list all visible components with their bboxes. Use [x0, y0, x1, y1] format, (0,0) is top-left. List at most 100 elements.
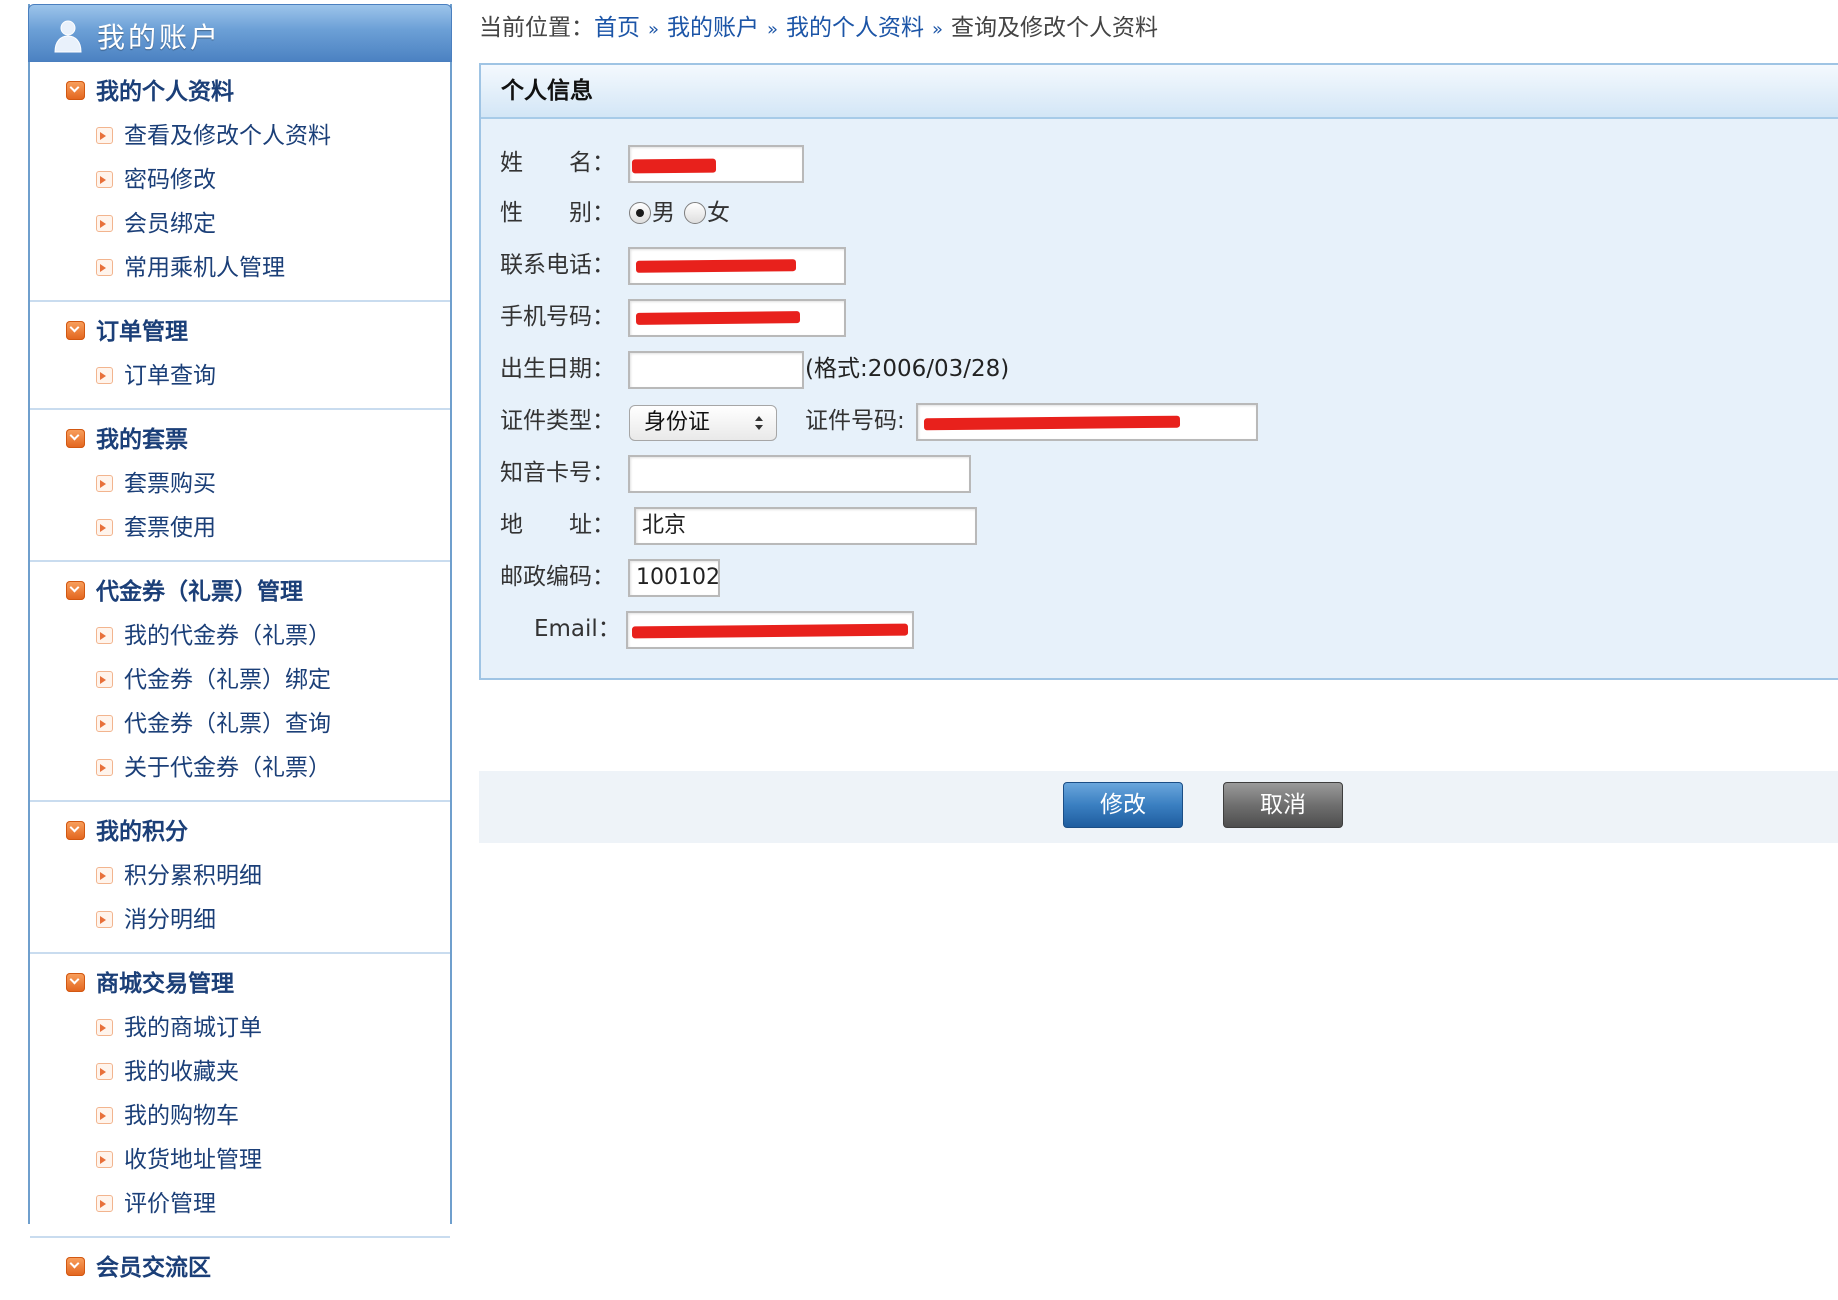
sidebar-header: 我的账户 — [28, 4, 452, 62]
sidebar-item[interactable]: 密码修改 — [30, 158, 450, 202]
sidebar-section: 我的个人资料 查看及修改个人资料 密码修改 会员绑定常用乘机人管理 — [30, 62, 450, 302]
checkbox-arrow-icon — [66, 821, 85, 840]
birthdate-label: 出生日期： — [500, 356, 615, 382]
sidebar-section-title[interactable]: 代金券（礼票）管理 — [30, 570, 450, 614]
arrow-right-icon — [96, 867, 113, 884]
sidebar-item[interactable]: 评价管理 — [30, 1182, 450, 1226]
gender-male-radio[interactable] — [629, 202, 651, 224]
name-field[interactable] — [628, 145, 804, 183]
sidebar-section: 会员交流区 — [30, 1238, 450, 1300]
breadcrumb-link-home[interactable]: 首页 — [594, 15, 640, 41]
arrow-right-icon — [96, 127, 113, 144]
breadcrumb-link-account[interactable]: 我的账户 — [667, 15, 759, 41]
sidebar-title: 我的账户 — [97, 21, 222, 54]
button-bar: 修改 取消 — [479, 771, 1838, 843]
sidebar-section-title[interactable]: 我的积分 — [30, 810, 450, 854]
sidebar-section-title[interactable]: 我的套票 — [30, 418, 450, 462]
sidebar-item-label: 评价管理 — [124, 1191, 216, 1217]
postcode-field[interactable]: 100102 — [628, 559, 720, 597]
redaction-mark — [635, 311, 801, 325]
checkbox-arrow-icon — [66, 429, 85, 448]
breadcrumb-current: 查询及修改个人资料 — [951, 15, 1159, 41]
arrow-right-icon — [96, 1195, 113, 1212]
sidebar-section-title[interactable]: 会员交流区 — [30, 1246, 450, 1290]
arrow-right-icon — [96, 1019, 113, 1036]
sidebar-item-label: 套票使用 — [124, 515, 216, 541]
birthdate-format-hint: (格式:2006/03/28) — [805, 356, 1010, 382]
postcode-label: 邮政编码： — [500, 564, 615, 590]
birthdate-field[interactable] — [628, 351, 804, 389]
sidebar-item[interactable]: 收货地址管理 — [30, 1138, 450, 1182]
arrow-right-icon — [96, 367, 113, 384]
breadcrumb-separator: » — [648, 19, 660, 40]
sidebar-item[interactable]: 代金券（礼票）查询 — [30, 702, 450, 746]
address-field[interactable]: 北京 — [634, 507, 977, 545]
sidebar-item[interactable]: 关于代金券（礼票） — [30, 746, 450, 790]
gender-male-label[interactable]: 男 — [652, 196, 675, 230]
sidebar: 我的账户 我的个人资料 查看及修改个人资料 密码修改 会员绑定常用乘机人管理订单管理订… — [28, 4, 452, 1281]
sidebar-item-label: 我的收藏夹 — [124, 1059, 239, 1085]
phone-field[interactable] — [628, 247, 846, 285]
email-field[interactable] — [626, 611, 914, 649]
sidebar-item[interactable]: 我的代金券（礼票） — [30, 614, 450, 658]
breadcrumb-prefix: 当前位置： — [479, 15, 594, 41]
sidebar-item[interactable]: 消分明细 — [30, 898, 450, 942]
arrow-right-icon — [96, 215, 113, 232]
mobile-field[interactable] — [628, 299, 846, 337]
email-label: Email： — [534, 616, 621, 642]
checkbox-arrow-icon — [66, 973, 85, 992]
sidebar-section-label: 订单管理 — [96, 319, 188, 345]
zhiyin-card-field[interactable] — [628, 455, 971, 493]
sidebar-section: 商城交易管理我的商城订单 我的收藏夹我的购物车 收货地址管理评价管理 — [30, 954, 450, 1238]
zhiyin-card-label: 知音卡号： — [500, 460, 615, 486]
sidebar-item[interactable]: 积分累积明细 — [30, 854, 450, 898]
gender-female-radio[interactable] — [684, 202, 706, 224]
sidebar-item[interactable]: 订单查询 — [30, 354, 450, 398]
gender-label: 性 别： — [500, 200, 615, 226]
checkbox-arrow-icon — [66, 581, 85, 600]
address-label: 地 址： — [500, 512, 615, 538]
sidebar-section-title[interactable]: 我的个人资料 — [30, 70, 450, 114]
sidebar-item[interactable]: 会员绑定 — [30, 202, 450, 246]
redaction-mark — [631, 158, 717, 174]
phone-label: 联系电话： — [500, 252, 615, 278]
sidebar-item[interactable]: 代金券（礼票）绑定 — [30, 658, 450, 702]
breadcrumb-separator: » — [932, 19, 944, 40]
arrow-right-icon — [96, 171, 113, 188]
sidebar-section: 代金券（礼票）管理 我的代金券（礼票） 代金券（礼票）绑定代金券（礼票）查询关于代金… — [30, 562, 450, 802]
arrow-right-icon — [96, 627, 113, 644]
sidebar-item[interactable]: 我的收藏夹 — [30, 1050, 450, 1094]
sidebar-item[interactable]: 套票购买 — [30, 462, 450, 506]
arrow-right-icon — [96, 759, 113, 776]
sidebar-section-title[interactable]: 商城交易管理 — [30, 962, 450, 1006]
sidebar-item[interactable]: 常用乘机人管理 — [30, 246, 450, 290]
sidebar-item[interactable]: 我的商城订单 — [30, 1006, 450, 1050]
redaction-mark — [923, 415, 1181, 431]
sidebar-section-title[interactable]: 订单管理 — [30, 310, 450, 354]
sidebar-item-label: 套票购买 — [124, 471, 216, 497]
mobile-label: 手机号码： — [500, 304, 615, 330]
gender-female-label[interactable]: 女 — [707, 196, 730, 230]
id-number-field[interactable] — [916, 403, 1258, 441]
arrow-right-icon — [96, 475, 113, 492]
redaction-mark — [635, 259, 797, 273]
id-type-select[interactable]: 身份证 — [629, 405, 777, 441]
sidebar-item[interactable]: 套票使用 — [30, 506, 450, 550]
arrow-right-icon — [96, 671, 113, 688]
sidebar-item-label: 我的商城订单 — [124, 1015, 262, 1041]
name-label: 姓 名： — [500, 150, 615, 176]
sidebar-item[interactable]: 我的购物车 — [30, 1094, 450, 1138]
sidebar-section-label: 会员交流区 — [96, 1255, 211, 1281]
sidebar-item-label: 常用乘机人管理 — [124, 255, 285, 281]
breadcrumb-link-profile[interactable]: 我的个人资料 — [786, 15, 924, 41]
sidebar-section: 我的套票套票购买套票使用 — [30, 410, 450, 562]
sidebar-item-label: 代金券（礼票）查询 — [124, 711, 331, 737]
modify-button[interactable]: 修改 — [1063, 782, 1183, 828]
arrow-right-icon — [96, 1151, 113, 1168]
sidebar-item[interactable]: 查看及修改个人资料 — [30, 114, 450, 158]
sidebar-item-label: 订单查询 — [124, 363, 216, 389]
cancel-button[interactable]: 取消 — [1223, 782, 1343, 828]
arrow-right-icon — [96, 715, 113, 732]
personal-info-panel: 个人信息 姓 名： 性 别： 男 女 联系电话： 手机号码： 出生日期： (格式… — [479, 63, 1838, 680]
id-number-label: 证件号码: — [805, 408, 905, 434]
